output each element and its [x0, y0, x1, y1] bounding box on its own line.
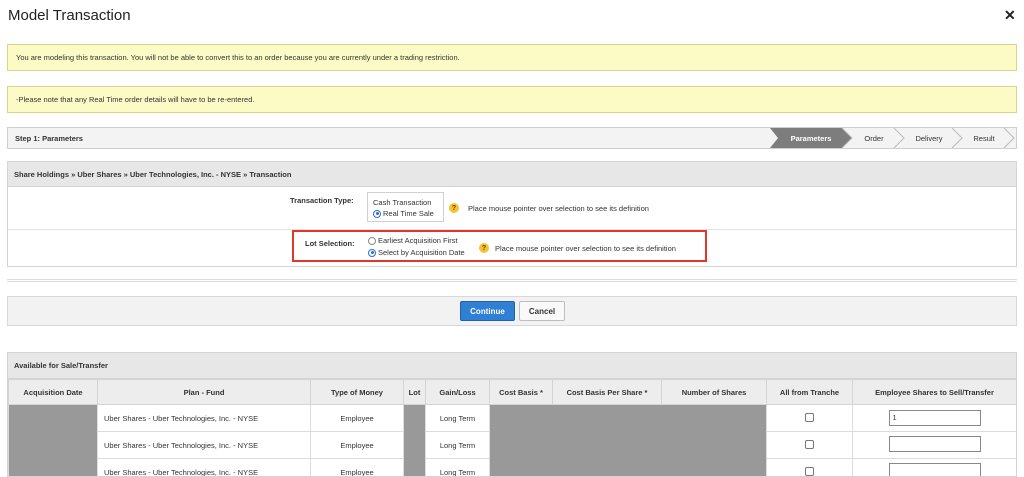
col-type-of-money[interactable]: Type of Money [310, 379, 404, 405]
step-parameters: Parameters [790, 133, 832, 143]
transaction-type-hint: Place mouse pointer over selection to se… [468, 204, 649, 213]
continue-button[interactable]: Continue [460, 301, 515, 321]
re-enter-notice: -Please note that any Real Time order de… [7, 86, 1017, 113]
col-cost-basis[interactable]: Cost Basis * [489, 379, 553, 405]
cancel-button[interactable]: Cancel [519, 301, 565, 321]
lot-selection-highlight [292, 230, 707, 262]
plan-fund-cell: Uber Shares - Uber Technologies, Inc. - … [97, 404, 311, 432]
gain-loss-cell: Long Term [425, 404, 490, 432]
table-title: Available for Sale/Transfer [8, 353, 1016, 379]
help-icon[interactable]: ? [449, 203, 459, 213]
all-from-tranche-checkbox[interactable] [805, 412, 814, 422]
radio-selected-icon[interactable] [373, 209, 381, 218]
section-divider [7, 279, 1017, 282]
option-real-time-sale-label: Real Time Sale [383, 209, 434, 218]
all-from-tranche-cell [766, 458, 853, 476]
step-order: Order [864, 133, 884, 143]
option-cash-transaction[interactable]: Cash Transaction [373, 198, 431, 207]
option-real-time-sale[interactable]: Real Time Sale [373, 209, 434, 218]
all-from-tranche-cell [766, 431, 853, 459]
type-of-money-cell: Employee [310, 458, 404, 476]
step-delivery: Delivery [915, 133, 943, 143]
breadcrumb: Share Holdings » Uber Shares » Uber Tech… [8, 162, 1016, 187]
gain-loss-cell: Long Term [425, 431, 490, 459]
table-header-row: Acquisition Date Plan - Fund Type of Mon… [8, 379, 1016, 405]
type-of-money-cell: Employee [310, 404, 404, 432]
gain-loss-cell: Long Term [425, 458, 490, 476]
dialog-title: Model Transaction [8, 7, 131, 24]
col-acquisition-date[interactable]: Acquisition Date [8, 379, 98, 405]
shares-input-cell: 1 [852, 404, 1016, 432]
close-icon[interactable]: ✕ [1004, 7, 1016, 24]
transaction-type-label: Transaction Type: [290, 196, 354, 205]
trading-restriction-notice: You are modeling this transaction. You w… [7, 44, 1017, 71]
available-lots-panel: Available for Sale/Transfer Acquisition … [7, 352, 1017, 477]
type-of-money-cell: Employee [310, 431, 404, 459]
plan-fund-cell: Uber Shares - Uber Technologies, Inc. - … [97, 431, 311, 459]
redacted-lot [403, 404, 426, 476]
col-all-from-tranche[interactable]: All from Tranche [766, 379, 853, 405]
shares-input-cell [852, 431, 1016, 459]
all-from-tranche-checkbox[interactable] [805, 439, 814, 449]
step-bar: Step 1: Parameters Parameters Order Deli… [7, 127, 1017, 149]
col-employee-shares[interactable]: Employee Shares to Sell/Transfer [852, 379, 1016, 405]
all-from-tranche-cell [766, 404, 853, 432]
step-result: Result [973, 133, 995, 143]
shares-to-sell-input[interactable] [888, 436, 981, 452]
all-from-tranche-checkbox[interactable] [805, 466, 814, 476]
plan-fund-cell: Uber Shares - Uber Technologies, Inc. - … [97, 458, 311, 476]
option-cash-transaction-label: Cash Transaction [373, 198, 432, 207]
shares-to-sell-input[interactable] [888, 463, 981, 476]
shares-to-sell-input[interactable]: 1 [888, 410, 981, 426]
redacted-acquisition-date [8, 404, 98, 476]
col-cost-basis-per-share[interactable]: Cost Basis Per Share * [552, 379, 662, 405]
dialog-header: Model Transaction ✕ [0, 0, 1024, 32]
shares-input-cell [852, 458, 1016, 476]
col-number-of-shares[interactable]: Number of Shares [661, 379, 767, 405]
col-lot[interactable]: Lot [403, 379, 426, 405]
redacted-cost-basis [489, 404, 767, 476]
lots-table: Acquisition Date Plan - Fund Type of Mon… [8, 379, 1016, 476]
action-bar: Continue Cancel [7, 296, 1017, 326]
table-row: Uber Shares - Uber Technologies, Inc. - … [8, 404, 1016, 476]
col-plan-fund[interactable]: Plan - Fund [97, 379, 311, 405]
col-gain-loss[interactable]: Gain/Loss [425, 379, 490, 405]
